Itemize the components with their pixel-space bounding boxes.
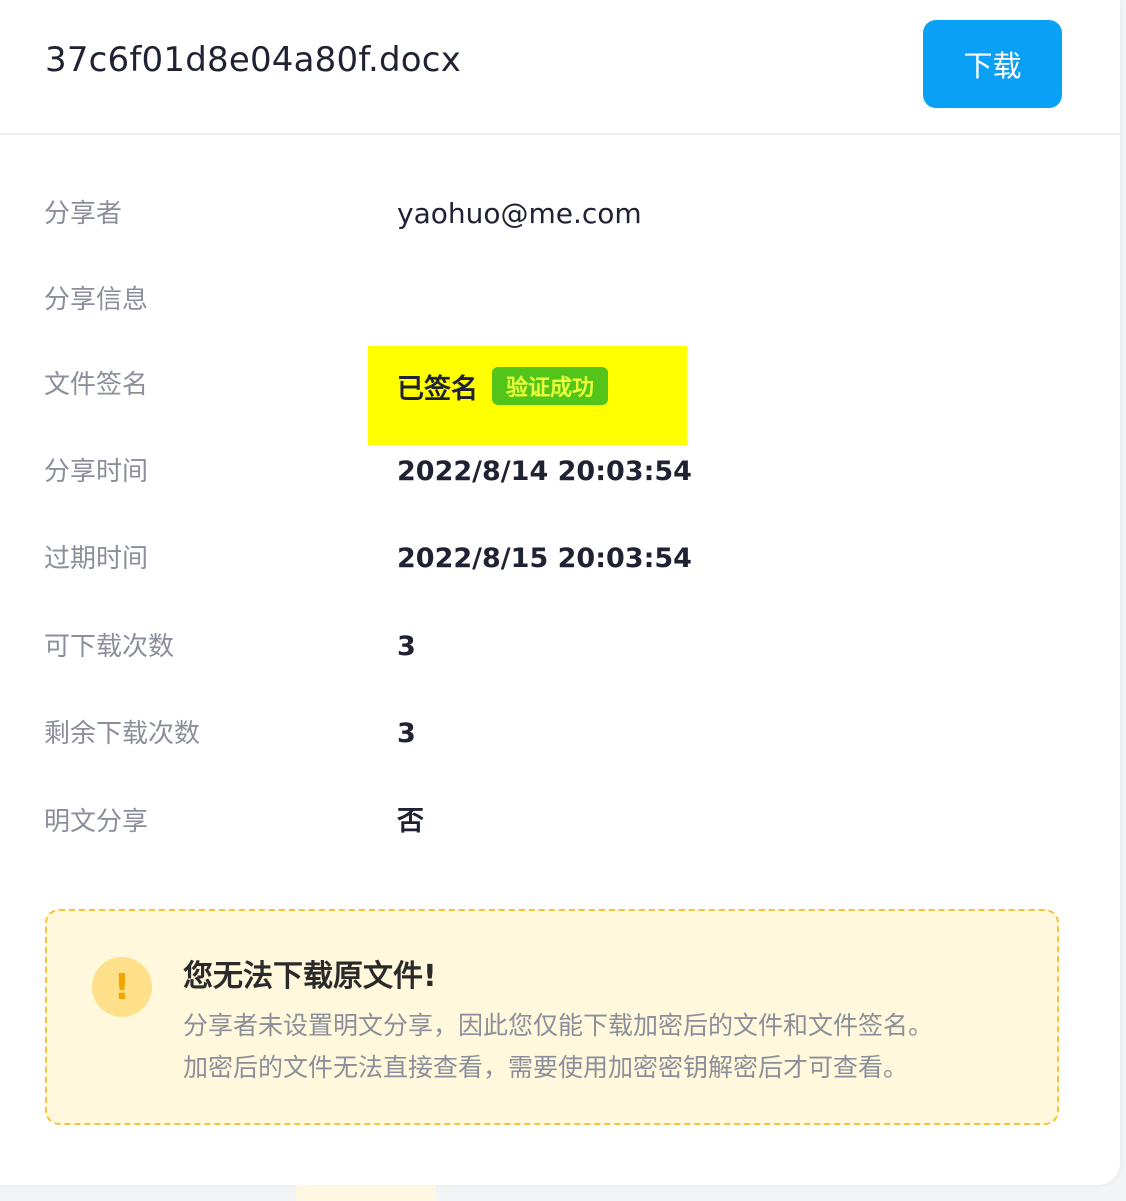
share-time-value: 2022/8/14 20:03:54 xyxy=(397,456,692,487)
detail-row-share-time: 分享时间 2022/8/14 20:03:54 xyxy=(0,447,1120,497)
share-info-label: 分享信息 xyxy=(44,285,149,315)
detail-row-expire-time: 过期时间 2022/8/15 20:03:54 xyxy=(0,534,1120,584)
signature-value: 已签名 xyxy=(397,373,478,405)
file-name-title: 37c6f01d8e04a80f.docx xyxy=(45,40,462,80)
remaining-label: 剩余下载次数 xyxy=(44,719,201,749)
notice-line-2: 加密后的文件无法直接查看，需要使用加密密钥解密后才可查看。 xyxy=(183,1053,909,1082)
signature-label: 文件签名 xyxy=(44,370,149,400)
detail-row-download-count: 可下载次数 3 xyxy=(0,622,1120,672)
share-time-label: 分享时间 xyxy=(44,457,149,487)
expire-time-value: 2022/8/15 20:03:54 xyxy=(397,543,692,574)
verify-success-badge: 验证成功 xyxy=(492,367,609,405)
bottom-edge-strip xyxy=(296,1185,436,1201)
detail-row-share-info: 分享信息 xyxy=(0,275,1120,325)
plaintext-value: 否 xyxy=(397,806,424,837)
share-detail-card: 37c6f01d8e04a80f.docx 下载 分享者 yaohuo@me.c… xyxy=(0,0,1120,1185)
sharer-label: 分享者 xyxy=(44,199,123,229)
exclamation-icon: ! xyxy=(92,957,152,1017)
download-count-label: 可下载次数 xyxy=(44,632,175,662)
notice-body: 分享者未设置明文分享，因此您仅能下载加密后的文件和文件签名。 加密后的文件无法直… xyxy=(183,1005,1043,1089)
notice-line-1: 分享者未设置明文分享，因此您仅能下载加密后的文件和文件签名。 xyxy=(183,1011,934,1040)
download-button[interactable]: 下载 xyxy=(923,20,1062,108)
sharer-value: yaohuo@me.com xyxy=(397,197,642,230)
remaining-value: 3 xyxy=(397,718,416,749)
detail-row-plaintext: 明文分享 否 xyxy=(0,797,1120,847)
plaintext-label: 明文分享 xyxy=(44,807,149,837)
warning-notice: ! 您无法下载原文件! 分享者未设置明文分享，因此您仅能下载加密后的文件和文件签… xyxy=(45,909,1059,1125)
download-count-value: 3 xyxy=(397,631,416,662)
expire-time-label: 过期时间 xyxy=(44,544,149,574)
detail-row-sharer: 分享者 yaohuo@me.com xyxy=(0,189,1120,239)
notice-title: 您无法下载原文件! xyxy=(183,959,437,994)
header: 37c6f01d8e04a80f.docx 下载 xyxy=(0,0,1120,135)
signature-value-group: 已签名 验证成功 xyxy=(397,363,609,409)
detail-row-remaining: 剩余下载次数 3 xyxy=(0,709,1120,759)
